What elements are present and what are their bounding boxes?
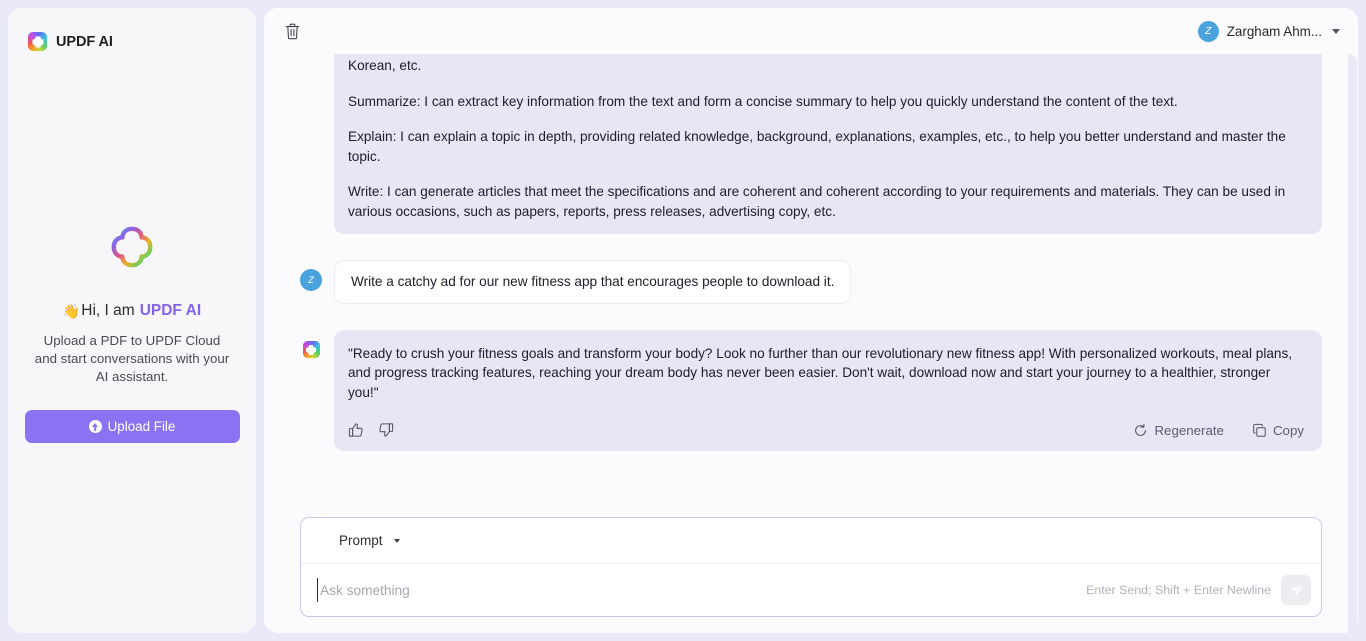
- sparkle-large-purple-icon: [161, 241, 173, 253]
- send-plane-icon: [1290, 583, 1303, 596]
- user-message-bubble: Write a catchy ad for our new fitness ap…: [334, 260, 852, 304]
- topbar: Z Zargham Ahm...: [264, 8, 1358, 54]
- chat-message-assistant-intro: Korean, etc. Summarize: I can extract ke…: [300, 54, 1322, 234]
- main-panel: Z Zargham Ahm... Korean, etc. Summarize:…: [264, 8, 1358, 633]
- upload-circle-arrow-icon: [88, 420, 102, 433]
- greeting-prefix: Hi, I am: [81, 302, 135, 319]
- send-message-button[interactable]: [1281, 575, 1311, 605]
- copy-button[interactable]: Copy: [1252, 423, 1304, 438]
- assistant-paragraph: Korean, etc.: [348, 58, 422, 73]
- upload-file-label: Upload File: [107, 419, 176, 434]
- assistant-paragraph: Write: I can generate articles that meet…: [348, 184, 1286, 219]
- chat-message-list[interactable]: Korean, etc. Summarize: I can extract ke…: [264, 54, 1358, 517]
- updf-flower-logo-icon: [28, 32, 47, 51]
- user-name-label: Zargham Ahm...: [1226, 23, 1322, 39]
- assistant-message-bubble: "Ready to crush your fitness goals and t…: [334, 329, 1322, 451]
- user-menu[interactable]: Z Zargham Ahm...: [1197, 20, 1340, 42]
- delete-conversation-button[interactable]: [278, 17, 306, 45]
- send-hint-label: Enter Send; Shift + Enter Newline: [1086, 583, 1271, 597]
- sidebar-greeting: 👋 Hi, I am UPDF AI: [63, 302, 201, 320]
- chevron-down-icon: [393, 538, 400, 543]
- prompt-mode-label: Prompt: [339, 533, 383, 548]
- thumbs-down-icon: [379, 423, 394, 437]
- trash-icon: [285, 23, 299, 39]
- composer-toolbar: Prompt: [301, 518, 1321, 564]
- updf-flower-logo-icon: [302, 341, 320, 358]
- sidebar-brand: UPDF AI: [8, 8, 256, 58]
- chat-message-assistant-answer: "Ready to crush your fitness goals and t…: [300, 329, 1322, 451]
- copy-icon: [1253, 423, 1266, 437]
- message-action-bar: Regenerate Copy: [348, 422, 1304, 438]
- brand-title: UPDF AI: [56, 33, 113, 50]
- sidebar-description: Upload a PDF to UPDF Cloud and start con…: [34, 333, 230, 384]
- regenerate-label: Regenerate: [1154, 422, 1224, 438]
- sparkle-icon: [317, 534, 331, 548]
- thumbs-down-button[interactable]: [378, 422, 394, 438]
- hero-logo: [73, 224, 191, 284]
- composer-wrapper: Prompt Enter Send; Shift + Enter Newline: [264, 517, 1358, 633]
- copy-label: Copy: [1272, 422, 1304, 438]
- composer: Prompt Enter Send; Shift + Enter Newline: [300, 517, 1322, 617]
- thumbs-up-button[interactable]: [348, 422, 364, 438]
- assistant-message-bubble: Korean, etc. Summarize: I can extract ke…: [334, 54, 1322, 234]
- chat-message-user: Z Write a catchy ad for our new fitness …: [300, 260, 1322, 304]
- ask-something-input[interactable]: [317, 578, 1077, 602]
- assistant-avatar: [300, 339, 322, 361]
- vote-group: [348, 422, 394, 438]
- refresh-icon: [1135, 423, 1147, 436]
- updf-flower-outline-logo-icon: [111, 226, 153, 268]
- sparkle-large-yellow-icon: [79, 240, 90, 251]
- upload-file-button[interactable]: Upload File: [24, 410, 240, 443]
- thumbs-up-icon: [348, 423, 363, 437]
- chat-scrollbar[interactable]: [1351, 58, 1356, 528]
- assistant-paragraph: Summarize: I can extract key information…: [348, 93, 1178, 109]
- prompt-mode-selector[interactable]: Prompt: [317, 533, 400, 548]
- sparkle-small-orange-icon: [97, 255, 102, 260]
- regenerate-button[interactable]: Regenerate: [1133, 423, 1224, 438]
- app-root: UPDF AI 👋 Hi, I am UPDF AI Upload a PDF …: [0, 0, 1366, 641]
- right-actions: Regenerate Copy: [1133, 423, 1304, 438]
- user-avatar: Z: [300, 269, 322, 291]
- wave-emoji-icon: 👋: [62, 302, 81, 319]
- avatar: Z: [1197, 20, 1219, 42]
- composer-input-row: Enter Send; Shift + Enter Newline: [301, 564, 1321, 616]
- assistant-paragraph: Explain: I can explain a topic in depth,…: [348, 129, 1286, 164]
- sidebar: UPDF AI 👋 Hi, I am UPDF AI Upload a PDF …: [8, 8, 256, 633]
- sidebar-empty-state: 👋 Hi, I am UPDF AI Upload a PDF to UPDF …: [8, 58, 256, 633]
- assistant-answer-text: "Ready to crush your fitness goals and t…: [348, 345, 1293, 400]
- greeting-brand: UPDF AI: [139, 302, 202, 319]
- chevron-down-icon: [1332, 28, 1340, 34]
